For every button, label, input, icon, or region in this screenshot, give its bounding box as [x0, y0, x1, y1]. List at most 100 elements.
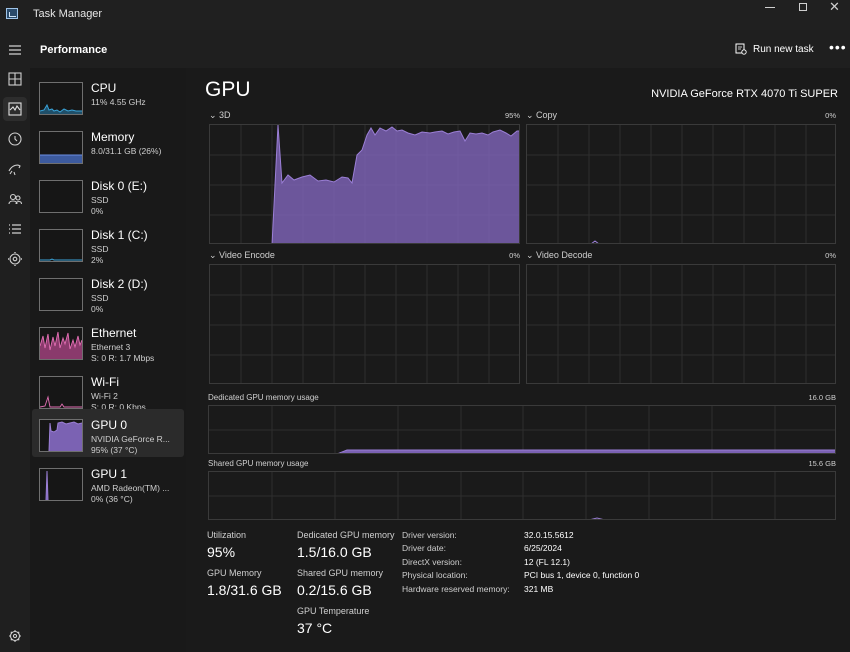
device-detail: 11% 4.55 GHz — [91, 97, 146, 107]
device-detail: SSD — [91, 244, 109, 254]
shared-memory-value: 0.2/15.6 GB — [297, 582, 372, 598]
gpu-memory-value: 1.8/31.6 GB — [207, 582, 282, 598]
device-item-disk-1[interactable]: Disk 1 (C:) SSD 2% — [32, 219, 184, 267]
device-throughput: S: 0 R: 1.7 Mbps — [91, 353, 155, 363]
graph-video-decode-label[interactable]: ⌄ Video Decode — [526, 250, 592, 261]
hardware-reserved-memory-key: Hardware reserved memory: — [402, 584, 510, 594]
device-item-disk-0[interactable]: Disk 0 (E:) SSD 0% — [32, 170, 184, 218]
nav-services[interactable] — [3, 247, 27, 271]
driver-version-value: 32.0.15.5612 — [524, 530, 574, 540]
shared-memory-label: Shared GPU memory — [297, 568, 384, 578]
device-list: CPU 11% 4.55 GHz Memory 8.0/31.1 GB (26%… — [30, 68, 186, 652]
device-name: GPU 1 — [91, 467, 128, 481]
settings-icon — [9, 630, 21, 642]
graph-video-encode-label[interactable]: ⌄ Video Encode — [209, 250, 275, 261]
hamburger-menu-button[interactable] — [3, 38, 27, 62]
maximize-icon — [799, 3, 807, 11]
physical-location-key: Physical location: — [402, 570, 468, 580]
app-history-icon — [8, 132, 22, 146]
utilization-value: 95% — [207, 544, 236, 560]
graph-copy-plot — [527, 125, 835, 243]
device-name: Disk 2 (D:) — [91, 277, 148, 291]
gpu-0-thumbnail-graph — [39, 419, 83, 452]
graph-3d-label[interactable]: ⌄ 3D — [209, 110, 231, 121]
device-item-gpu-1[interactable]: GPU 1 AMD Radeon(TM) ... 0% (36 °C) — [32, 458, 184, 506]
device-item-ethernet[interactable]: Ethernet Ethernet 3 S: 0 R: 1.7 Mbps — [32, 317, 184, 365]
nav-app-history[interactable] — [3, 127, 27, 151]
graph-dedicated-plot — [209, 406, 835, 453]
device-name: Disk 0 (E:) — [91, 179, 148, 193]
wifi-sparkline — [40, 395, 82, 408]
device-item-memory[interactable]: Memory 8.0/31.1 GB (26%) — [32, 121, 184, 169]
nav-users[interactable] — [3, 187, 27, 211]
device-usage: 95% (37 °C) — [91, 445, 138, 455]
graph-video-decode-plot — [527, 265, 835, 383]
graph-dedicated-memory — [208, 405, 836, 454]
gpu-1-sparkline — [45, 470, 49, 500]
device-name: GPU 0 — [91, 418, 128, 432]
graph-shared-plot — [209, 472, 835, 519]
minimize-button[interactable] — [752, 0, 786, 30]
gpu-1-thumbnail-graph — [39, 468, 83, 501]
cpu-sparkline — [40, 103, 82, 114]
hamburger-icon — [9, 45, 21, 55]
directx-version-key: DirectX version: — [402, 557, 462, 567]
graph-3d — [209, 124, 520, 244]
device-usage: 0% (36 °C) — [91, 494, 133, 504]
memory-thumbnail-graph — [39, 131, 83, 164]
driver-date-value: 6/25/2024 — [524, 543, 562, 553]
device-detail: SSD — [91, 293, 109, 303]
wifi-thumbnail-graph — [39, 376, 83, 409]
close-button[interactable]: ✕ — [818, 0, 850, 30]
window-title: Task Manager — [33, 8, 103, 20]
processes-icon — [8, 72, 22, 86]
run-task-icon — [735, 43, 747, 55]
device-detail: Ethernet 3 — [91, 342, 131, 352]
chevron-down-icon: ⌄ — [526, 110, 537, 120]
run-new-task-button[interactable]: Run new task — [735, 43, 814, 55]
physical-location-value: PCI bus 1, device 0, function 0 — [524, 570, 640, 580]
nav-processes[interactable] — [3, 67, 27, 91]
device-name: CPU — [91, 81, 117, 95]
maximize-button[interactable] — [787, 0, 821, 30]
disk-2-thumbnail-graph — [39, 278, 83, 311]
driver-date-key: Driver date: — [402, 543, 446, 553]
chevron-down-icon: ⌄ — [209, 250, 220, 260]
startup-apps-icon — [8, 164, 21, 176]
services-icon — [8, 252, 22, 266]
details-icon — [9, 224, 21, 234]
device-item-gpu-0[interactable]: GPU 0 NVIDIA GeForce R... 95% (37 °C) — [32, 409, 184, 457]
device-detail: SSD — [91, 195, 109, 205]
directx-version-value: 12 (FL 12.1) — [524, 557, 570, 567]
ethernet-thumbnail-graph — [39, 327, 83, 360]
gpu-temperature-value: 37 °C — [297, 620, 333, 636]
device-name: Wi-Fi — [91, 375, 119, 389]
device-detail: NVIDIA GeForce R... — [91, 434, 170, 444]
graph-video-encode — [209, 264, 520, 384]
nav-performance[interactable] — [3, 97, 27, 121]
more-options-button[interactable]: ••• — [829, 39, 847, 55]
cpu-thumbnail-graph — [39, 82, 83, 115]
gpu-memory-label: GPU Memory — [207, 568, 262, 578]
nav-details[interactable] — [3, 217, 27, 241]
hardware-reserved-memory-value: 321 MB — [524, 584, 554, 594]
nav-settings[interactable] — [3, 624, 27, 648]
device-item-disk-2[interactable]: Disk 2 (D:) SSD 0% — [32, 268, 184, 316]
nav-startup-apps[interactable] — [3, 157, 27, 181]
navigation-rail — [0, 30, 30, 652]
page-title: Performance — [40, 44, 108, 56]
device-usage: 2% — [91, 255, 104, 265]
device-usage: 0% — [91, 304, 104, 314]
graph-shared-memory — [208, 471, 836, 520]
users-icon — [8, 193, 23, 205]
device-item-wifi[interactable]: Wi-Fi Wi-Fi 2 S: 0 R: 0 Kbps — [32, 366, 184, 414]
graph-video-encode-plot — [210, 265, 519, 383]
device-detail: 8.0/31.1 GB (26%) — [91, 146, 162, 156]
utilization-label: Utilization — [207, 530, 247, 540]
graph-copy-label[interactable]: ⌄ Copy — [526, 110, 557, 121]
driver-version-key: Driver version: — [402, 530, 457, 540]
device-item-cpu[interactable]: CPU 11% 4.55 GHz — [32, 72, 184, 120]
disk-1-sparkline — [40, 258, 82, 261]
graph-dedicated-label: Dedicated GPU memory usage — [208, 393, 319, 402]
graph-copy — [526, 124, 836, 244]
